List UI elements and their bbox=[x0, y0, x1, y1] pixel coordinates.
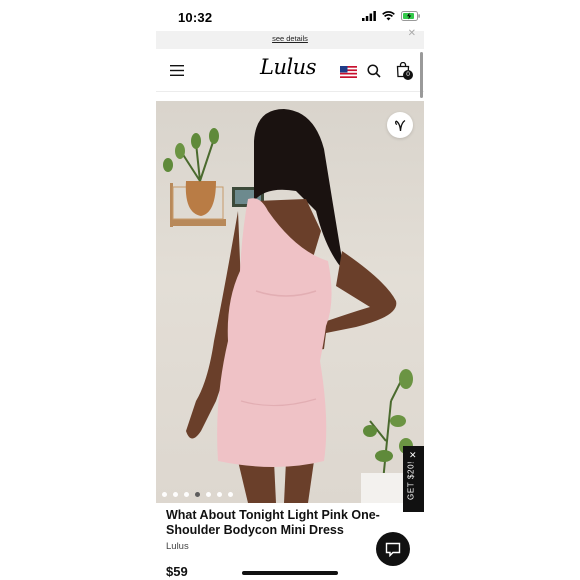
see-details-link[interactable]: see details bbox=[156, 34, 424, 43]
chat-icon bbox=[385, 542, 401, 557]
us-flag-icon[interactable] bbox=[340, 66, 357, 78]
product-image[interactable] bbox=[156, 101, 424, 503]
promo-banner: see details ✕ bbox=[156, 28, 424, 49]
model-photo bbox=[163, 109, 413, 503]
carousel-dot[interactable] bbox=[228, 492, 233, 497]
wifi-icon bbox=[382, 11, 395, 21]
carousel-dot[interactable] bbox=[217, 492, 222, 497]
chat-button[interactable] bbox=[376, 532, 410, 566]
cart-count-badge: 0 bbox=[403, 70, 413, 80]
close-icon[interactable]: ✕ bbox=[408, 28, 416, 39]
heart-icon bbox=[394, 119, 405, 131]
signal-icon bbox=[362, 11, 376, 21]
wishlist-button[interactable] bbox=[387, 112, 413, 138]
menu-icon[interactable] bbox=[170, 65, 184, 76]
carousel-dot[interactable] bbox=[162, 492, 167, 497]
carousel-dot[interactable] bbox=[184, 492, 189, 497]
battery-icon bbox=[401, 11, 420, 21]
home-indicator[interactable] bbox=[242, 571, 338, 575]
carousel-dot[interactable] bbox=[195, 492, 200, 497]
brand-logo[interactable]: Lulus bbox=[260, 55, 317, 79]
product-title: What About Tonight Light Pink One-Should… bbox=[166, 508, 380, 537]
carousel-dots bbox=[162, 492, 233, 497]
status-time: 10:32 bbox=[178, 10, 213, 25]
carousel-dot[interactable] bbox=[173, 492, 178, 497]
product-brand[interactable]: Lulus bbox=[166, 541, 189, 552]
status-icons bbox=[362, 11, 421, 21]
get-20-label: GET $20! bbox=[406, 461, 416, 500]
product-price: $59 bbox=[166, 564, 188, 579]
get-20-tab[interactable]: ✕ GET $20! bbox=[403, 446, 424, 512]
scrollbar[interactable] bbox=[420, 52, 423, 98]
carousel-dot[interactable] bbox=[206, 492, 211, 497]
search-icon[interactable] bbox=[367, 64, 381, 78]
site-header: Lulus 0 bbox=[156, 49, 424, 92]
